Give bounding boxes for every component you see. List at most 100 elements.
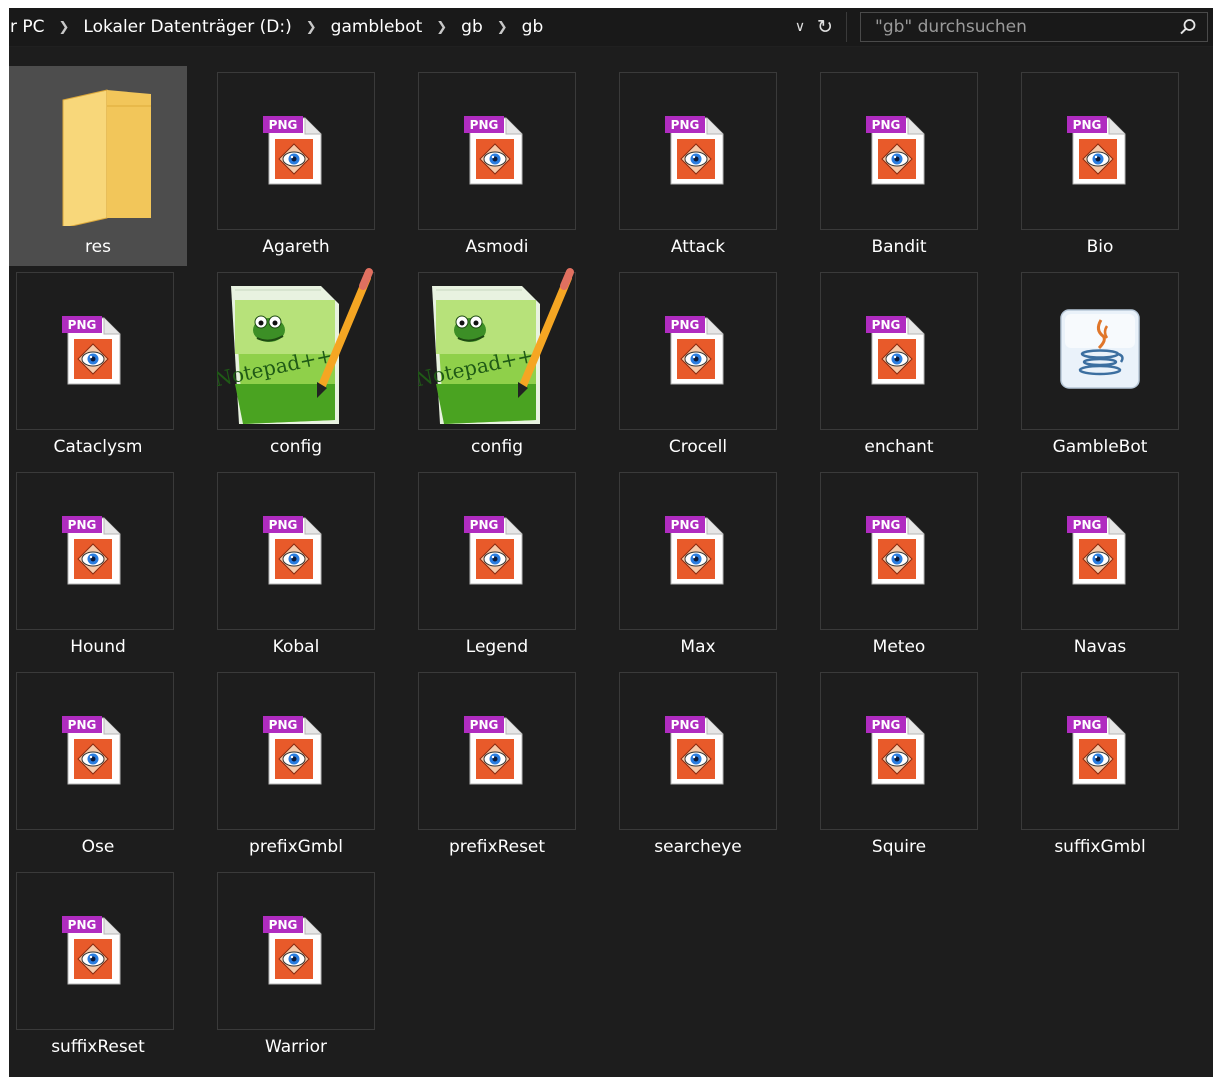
- java-icon: [1021, 272, 1179, 430]
- png-badge-label: PNG: [1073, 518, 1102, 532]
- file-name-label: enchant: [864, 437, 934, 457]
- png-badge-label: PNG: [1073, 718, 1102, 732]
- png-badge-label: PNG: [671, 118, 700, 132]
- file-item-squire[interactable]: PNG Squire: [790, 666, 978, 866]
- png-file-icon: PNG: [16, 472, 174, 630]
- png-file-icon: PNG: [418, 72, 576, 230]
- png-badge-label: PNG: [68, 518, 97, 532]
- file-name-label: GambleBot: [1052, 437, 1148, 457]
- file-name-label: suffixGmbl: [1054, 837, 1146, 857]
- chevron-right-icon[interactable]: ❯: [426, 20, 457, 35]
- breadcrumb-item-gamblebot[interactable]: gamblebot: [327, 17, 427, 37]
- breadcrumb-item-gb[interactable]: gb: [457, 17, 487, 37]
- file-item-cataclysm[interactable]: PNG Cataclysm: [9, 266, 187, 466]
- png-file-icon: PNG: [217, 472, 375, 630]
- file-item-bio[interactable]: PNG Bio: [991, 66, 1179, 266]
- file-name-label: Ose: [81, 837, 115, 857]
- file-item-bandit[interactable]: PNG Bandit: [790, 66, 978, 266]
- file-item-prefixreset[interactable]: PNG prefixReset: [388, 666, 576, 866]
- file-item-gamblebot[interactable]: GambleBot: [991, 266, 1179, 466]
- png-badge-label: PNG: [470, 118, 499, 132]
- png-badge-label: PNG: [872, 118, 901, 132]
- file-name-label: Legend: [465, 637, 529, 657]
- png-file-icon: PNG: [1021, 672, 1179, 830]
- png-file-icon: PNG: [820, 272, 978, 430]
- file-item-legend[interactable]: PNG Legend: [388, 466, 576, 666]
- chevron-right-icon[interactable]: ❯: [49, 20, 80, 35]
- png-badge-label: PNG: [872, 718, 901, 732]
- file-name-label: Bio: [1086, 237, 1114, 257]
- file-item-navas[interactable]: PNG Navas: [991, 466, 1179, 666]
- file-item-config[interactable]: Notepad++ config: [388, 266, 576, 466]
- png-badge-label: PNG: [872, 518, 901, 532]
- refresh-icon[interactable]: ↻: [814, 15, 836, 39]
- breadcrumb-item-drive[interactable]: Lokaler Datenträger (D:): [79, 17, 295, 37]
- chevron-right-icon[interactable]: ❯: [487, 20, 518, 35]
- file-item-enchant[interactable]: PNG enchant: [790, 266, 978, 466]
- file-name-label: Squire: [871, 837, 927, 857]
- png-file-icon: PNG: [619, 672, 777, 830]
- file-name-label: Cataclysm: [53, 437, 143, 457]
- png-file-icon: PNG: [16, 672, 174, 830]
- file-item-prefixgmbl[interactable]: PNG prefixGmbl: [187, 666, 375, 866]
- file-name-label: config: [470, 437, 524, 457]
- chevron-down-icon[interactable]: ∨: [791, 18, 809, 36]
- png-file-icon: PNG: [1021, 472, 1179, 630]
- png-badge-label: PNG: [1073, 118, 1102, 132]
- png-file-icon: PNG: [418, 472, 576, 630]
- chevron-right-icon[interactable]: ❯: [296, 20, 327, 35]
- file-item-attack[interactable]: PNG Attack: [589, 66, 777, 266]
- search-input[interactable]: [861, 13, 1161, 41]
- notepad-plus-plus-icon: Notepad++: [217, 268, 375, 430]
- file-name-label: suffixReset: [51, 1037, 145, 1057]
- file-item-searcheye[interactable]: PNG searcheye: [589, 666, 777, 866]
- file-name-label: searcheye: [654, 837, 742, 857]
- file-name-label: Max: [680, 637, 716, 657]
- png-badge-label: PNG: [872, 318, 901, 332]
- png-file-icon: PNG: [16, 872, 174, 1030]
- png-badge-label: PNG: [671, 518, 700, 532]
- file-item-warrior[interactable]: PNG Warrior: [187, 866, 375, 1066]
- png-badge-label: PNG: [68, 318, 97, 332]
- search-box[interactable]: [860, 12, 1208, 42]
- file-item-asmodi[interactable]: PNG Asmodi: [388, 66, 576, 266]
- notepad-plus-plus-icon: Notepad++: [418, 268, 576, 430]
- file-item-max[interactable]: PNG Max: [589, 466, 777, 666]
- file-name-label: config: [269, 437, 323, 457]
- png-file-icon: PNG: [217, 72, 375, 230]
- file-item-res[interactable]: res: [9, 66, 187, 266]
- search-icon[interactable]: [1179, 18, 1197, 36]
- png-badge-label: PNG: [269, 518, 298, 532]
- png-file-icon: PNG: [418, 672, 576, 830]
- png-badge-label: PNG: [68, 718, 97, 732]
- file-item-agareth[interactable]: PNG Agareth: [187, 66, 375, 266]
- divider: [846, 12, 847, 42]
- file-name-label: Agareth: [262, 237, 330, 257]
- png-badge-label: PNG: [68, 918, 97, 932]
- file-name-label: Meteo: [872, 637, 926, 657]
- file-item-crocell[interactable]: PNG Crocell: [589, 266, 777, 466]
- file-item-meteo[interactable]: PNG Meteo: [790, 466, 978, 666]
- file-name-label: Crocell: [668, 437, 728, 457]
- png-badge-label: PNG: [269, 918, 298, 932]
- png-badge-label: PNG: [671, 318, 700, 332]
- file-item-ose[interactable]: PNG Ose: [9, 666, 187, 866]
- file-item-suffixgmbl[interactable]: PNG suffixGmbl: [991, 666, 1179, 866]
- file-name-label: prefixGmbl: [249, 837, 343, 857]
- png-file-icon: PNG: [619, 472, 777, 630]
- breadcrumb-item-gb-current[interactable]: gb: [518, 17, 548, 37]
- breadcrumb-item-pc[interactable]: r PC: [9, 17, 49, 37]
- folder-icon: [33, 76, 163, 226]
- file-item-hound[interactable]: PNG Hound: [9, 466, 187, 666]
- png-file-icon: PNG: [820, 672, 978, 830]
- png-badge-label: PNG: [470, 518, 499, 532]
- file-item-kobal[interactable]: PNG Kobal: [187, 466, 375, 666]
- png-badge-label: PNG: [269, 118, 298, 132]
- file-item-suffixreset[interactable]: PNG suffixReset: [9, 866, 187, 1066]
- png-badge-label: PNG: [671, 718, 700, 732]
- png-file-icon: PNG: [619, 72, 777, 230]
- file-name-label: Navas: [1073, 637, 1127, 657]
- png-file-icon: PNG: [619, 272, 777, 430]
- png-badge-label: PNG: [269, 718, 298, 732]
- file-item-config[interactable]: Notepad++ config: [187, 266, 375, 466]
